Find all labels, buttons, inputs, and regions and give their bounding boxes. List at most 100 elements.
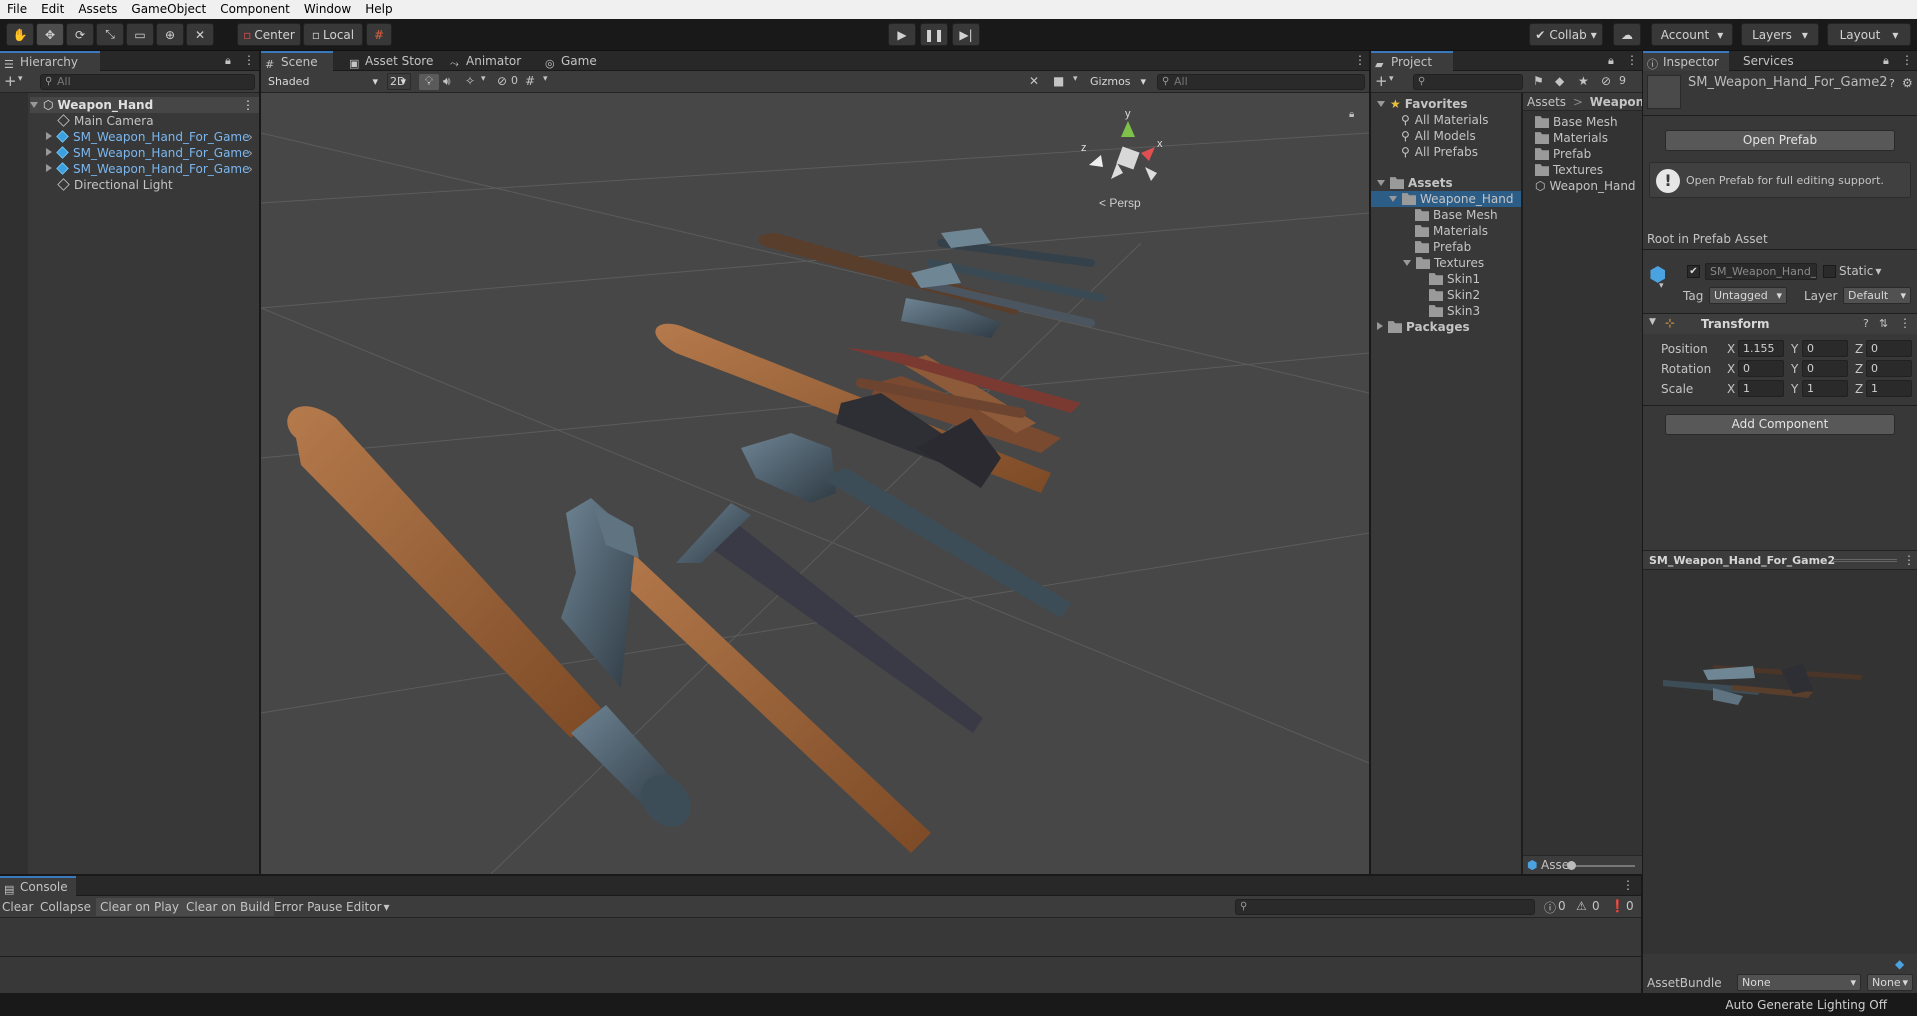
chevron-right-icon[interactable]: › <box>248 129 253 145</box>
hierarchy-item[interactable]: SM_Weapon_Hand_For_Game › <box>46 129 259 145</box>
play-button[interactable]: ▶ <box>888 23 916 46</box>
asset-item[interactable]: Base Mesh <box>1535 114 1618 130</box>
more-icon[interactable]: ⋮ <box>243 53 255 67</box>
more-icon[interactable]: ⋮ <box>1899 316 1911 330</box>
chevron-down-icon[interactable]: ▾ <box>18 74 23 84</box>
pivot-center-button[interactable]: ▫ Center <box>237 23 301 46</box>
scale-z-field[interactable]: 1 <box>1866 380 1912 397</box>
menu-assets[interactable]: Assets <box>71 0 124 19</box>
expand-icon[interactable] <box>1377 180 1385 186</box>
tab-animator[interactable]: ⤳ Animator <box>446 51 526 71</box>
shading-mode-dropdown[interactable]: Shaded <box>263 73 383 90</box>
hierarchy-item[interactable]: SM_Weapon_Hand_For_Game › <box>46 161 259 177</box>
tab-hierarchy[interactable]: ☰ Hierarchy <box>0 51 100 71</box>
scene-search-input[interactable]: All <box>1157 74 1365 90</box>
layers-dropdown[interactable]: Layers ▾ <box>1741 23 1819 46</box>
chevron-right-icon[interactable]: › <box>248 145 253 161</box>
chevron-down-icon[interactable]: ▼ <box>1649 317 1656 327</box>
pause-button[interactable]: ❚❚ <box>920 23 948 46</box>
filter-type-icon[interactable]: ⚑ <box>1533 74 1544 88</box>
more-icon[interactable]: ⋮ <box>1626 53 1638 67</box>
static-dropdown[interactable]: Static ▾ <box>1839 264 1881 278</box>
hidden-packages-icon[interactable]: ⊘ <box>1601 74 1611 88</box>
menu-gameobject[interactable]: GameObject <box>124 0 213 19</box>
favorite-item[interactable]: ⚲ All Materials <box>1401 112 1489 128</box>
lock-icon[interactable]: 🔒︎ <box>1883 54 1889 68</box>
position-x-field[interactable]: 1.155 <box>1738 340 1784 357</box>
rotation-y-field[interactable]: 0 <box>1802 360 1848 377</box>
collapse-button[interactable]: Collapse <box>38 898 93 916</box>
scale-y-label[interactable]: Y <box>1791 382 1798 396</box>
breadcrumb-current[interactable]: Weapone_ <box>1590 95 1642 109</box>
active-checkbox[interactable]: ✔ <box>1687 265 1700 278</box>
position-z-label[interactable]: Z <box>1855 342 1863 356</box>
effects-icon[interactable]: ✧ <box>465 74 475 88</box>
asset-label-icon[interactable]: ◆ <box>1895 957 1904 971</box>
tab-inspector[interactable]: ⓘ Inspector <box>1643 51 1729 71</box>
menu-edit[interactable]: Edit <box>34 0 71 19</box>
more-icon[interactable]: ⋮ <box>1354 53 1366 67</box>
scale-z-label[interactable]: Z <box>1855 382 1863 396</box>
tree-item[interactable]: Prefab <box>1415 239 1471 255</box>
hand-tool-button[interactable]: ✋ <box>6 23 34 46</box>
tree-item[interactable]: Textures <box>1403 255 1484 271</box>
gear-icon[interactable]: ⚙ <box>1902 76 1913 90</box>
icon-size-slider-thumb[interactable] <box>1567 861 1576 870</box>
menu-help[interactable]: Help <box>358 0 399 19</box>
tree-item[interactable]: Skin1 <box>1429 271 1480 287</box>
toggle-2d-button[interactable]: 2D <box>387 73 411 90</box>
chevron-down-icon[interactable]: ▾ <box>1389 74 1394 84</box>
expand-icon[interactable] <box>1389 196 1397 202</box>
static-checkbox[interactable] <box>1823 265 1836 278</box>
layout-dropdown[interactable]: Layout ▾ <box>1827 23 1911 46</box>
hierarchy-search-input[interactable]: All <box>40 74 255 90</box>
preview-area[interactable] <box>1643 570 1917 954</box>
more-icon[interactable]: ⋮ <box>242 97 254 113</box>
chevron-down-icon[interactable]: ▾ <box>1073 74 1078 84</box>
cloud-button[interactable]: ☁ <box>1613 23 1641 46</box>
project-search-input[interactable] <box>1413 74 1523 90</box>
hierarchy-item[interactable]: Main Camera <box>57 113 154 129</box>
rotation-y-label[interactable]: Y <box>1791 362 1798 376</box>
menu-component[interactable]: Component <box>213 0 297 19</box>
rotation-x-field[interactable]: 0 <box>1738 360 1784 377</box>
position-y-label[interactable]: Y <box>1791 342 1798 356</box>
hierarchy-root[interactable]: ⬡ Weapon_Hand ⋮ <box>30 97 259 113</box>
hierarchy-item[interactable]: Directional Light <box>57 177 173 193</box>
open-prefab-button[interactable]: Open Prefab <box>1665 130 1895 151</box>
gizmos-dropdown[interactable]: Gizmos <box>1085 73 1151 90</box>
favorites-header[interactable]: ★ Favorites <box>1377 96 1467 112</box>
hierarchy-item[interactable]: SM_Weapon_Hand_For_Game › <box>46 145 259 161</box>
step-button[interactable]: ▶| <box>952 23 980 46</box>
expand-icon[interactable] <box>46 132 52 140</box>
grid-visibility-icon[interactable]: # <box>525 74 535 88</box>
icon-size-slider[interactable] <box>1569 865 1635 867</box>
position-x-label[interactable]: X <box>1727 342 1735 356</box>
tree-item[interactable]: Base Mesh <box>1415 207 1498 223</box>
console-splitter[interactable] <box>0 956 1641 957</box>
scale-tool-button[interactable]: ⤡ <box>96 23 124 46</box>
error-icon[interactable]: ❗ <box>1610 899 1625 913</box>
camera-icon[interactable]: ■ <box>1053 74 1064 88</box>
rotation-z-label[interactable]: Z <box>1855 362 1863 376</box>
tab-scene[interactable]: # Scene <box>261 51 333 71</box>
position-z-field[interactable]: 0 <box>1866 340 1912 357</box>
scale-y-field[interactable]: 1 <box>1802 380 1848 397</box>
favorite-item[interactable]: ⚲ All Prefabs <box>1401 144 1478 160</box>
preview-header[interactable]: SM_Weapon_Hand_For_Game2 ⋮ <box>1643 550 1917 570</box>
info-log-icon[interactable]: ⓘ <box>1544 899 1556 916</box>
assets-header[interactable]: Assets <box>1377 175 1453 191</box>
menu-window[interactable]: Window <box>297 0 358 19</box>
tab-console[interactable]: ▤ Console <box>0 876 76 896</box>
rotate-tool-button[interactable]: ⟳ <box>66 23 94 46</box>
tab-services[interactable]: Services <box>1729 51 1803 71</box>
tree-item[interactable]: Skin2 <box>1429 287 1480 303</box>
rect-tool-button[interactable]: ▭ <box>126 23 154 46</box>
lighting-icon[interactable]: 💡︎ <box>419 74 439 90</box>
expand-icon[interactable] <box>46 148 52 156</box>
scene-viewport[interactable]: y x z < Persp 🔒︎ <box>261 93 1369 874</box>
more-icon[interactable]: ⋮ <box>1903 553 1915 567</box>
chevron-down-icon[interactable]: ▾ <box>1659 281 1664 291</box>
clear-on-build-button[interactable]: Clear on Build <box>182 898 275 916</box>
tools-icon[interactable]: ✕ <box>1029 74 1039 88</box>
